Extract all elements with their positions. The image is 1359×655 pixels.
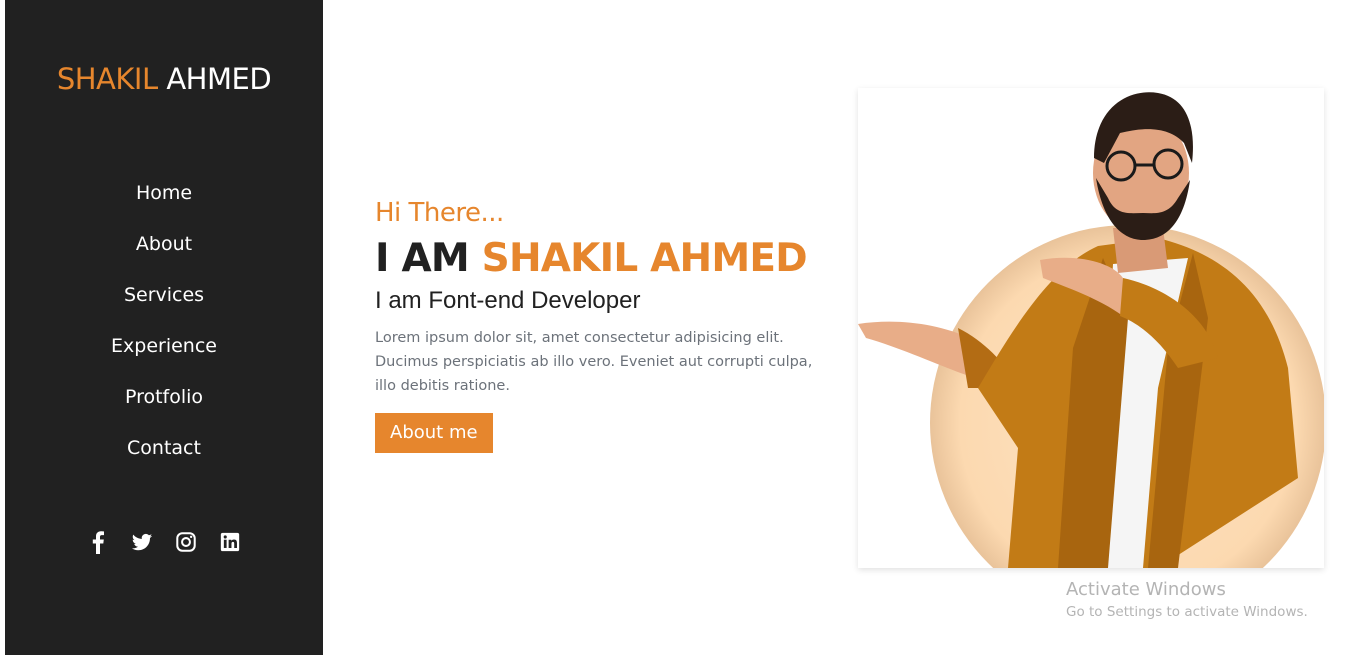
about-me-button[interactable]: About me bbox=[375, 413, 493, 453]
role-text: I am Font-end Developer bbox=[375, 287, 641, 314]
headline-name: SHAKIL AHMED bbox=[481, 236, 808, 281]
nav-item-portfolio[interactable]: Protfolio bbox=[5, 382, 323, 433]
nav-item-services[interactable]: Services bbox=[5, 280, 323, 331]
hero-headline: I AM SHAKIL AHMED bbox=[375, 233, 835, 285]
brand-last-name: AHMED bbox=[166, 62, 272, 96]
nav-menu: Home About Services Experience Protfolio… bbox=[5, 178, 323, 484]
facebook-icon[interactable] bbox=[87, 530, 109, 554]
profile-photo bbox=[858, 92, 1324, 568]
watermark-subtitle: Go to Settings to activate Windows. bbox=[1066, 604, 1308, 620]
sidebar: SHAKIL AHMED Home About Services Experie… bbox=[5, 0, 323, 655]
nav-item-about[interactable]: About bbox=[5, 229, 323, 280]
profile-image-card bbox=[858, 88, 1324, 568]
headline-intro: I AM bbox=[375, 236, 470, 281]
instagram-icon[interactable] bbox=[175, 530, 197, 554]
nav-item-contact[interactable]: Contact bbox=[5, 433, 323, 484]
hero-description: Lorem ipsum dolor sit, amet consectetur … bbox=[375, 330, 813, 394]
twitter-icon[interactable] bbox=[131, 530, 153, 554]
linkedin-icon[interactable] bbox=[219, 530, 241, 554]
activate-windows-watermark: Activate Windows Go to Settings to activ… bbox=[1066, 578, 1308, 622]
greeting-text: Hi There... bbox=[375, 198, 504, 228]
nav-item-experience[interactable]: Experience bbox=[5, 331, 323, 382]
nav-item-home[interactable]: Home bbox=[5, 178, 323, 229]
hero-section: Hi There... I AM SHAKIL AHMED I am Font-… bbox=[375, 195, 835, 453]
social-links bbox=[5, 530, 323, 554]
brand-first-name: SHAKIL bbox=[56, 62, 158, 96]
brand-logo[interactable]: SHAKIL AHMED bbox=[5, 62, 323, 96]
watermark-title: Activate Windows bbox=[1066, 579, 1226, 600]
page: SHAKIL AHMED Home About Services Experie… bbox=[0, 0, 1359, 655]
